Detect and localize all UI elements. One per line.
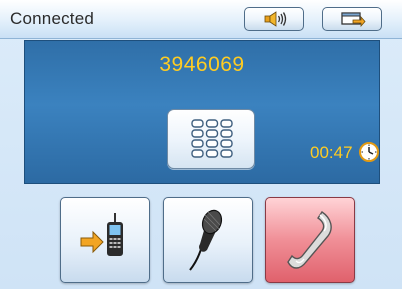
status-bar: Connected [0, 0, 402, 39]
volume-button[interactable] [244, 7, 304, 31]
minimize-window-icon [341, 12, 366, 27]
connection-status: Connected [10, 9, 95, 28]
phone-number: 3946069 [159, 53, 245, 76]
microphone-icon [189, 209, 223, 271]
keypad-icon [191, 119, 233, 158]
transfer-to-phone-icon [80, 213, 123, 256]
microphone-button[interactable] [163, 197, 253, 283]
phone-call-screen: Connected 3946069 00:47 [0, 0, 402, 289]
clock-icon [359, 142, 379, 162]
transfer-button[interactable] [60, 197, 150, 283]
speaker-icon [264, 11, 287, 27]
call-duration: 00:47 [310, 143, 353, 162]
hang-up-button[interactable] [265, 197, 355, 283]
minimize-button[interactable] [322, 7, 382, 31]
hang-up-handset-icon [287, 211, 332, 269]
keypad-button[interactable] [167, 109, 255, 169]
call-info-panel: 3946069 00:47 [24, 40, 380, 184]
